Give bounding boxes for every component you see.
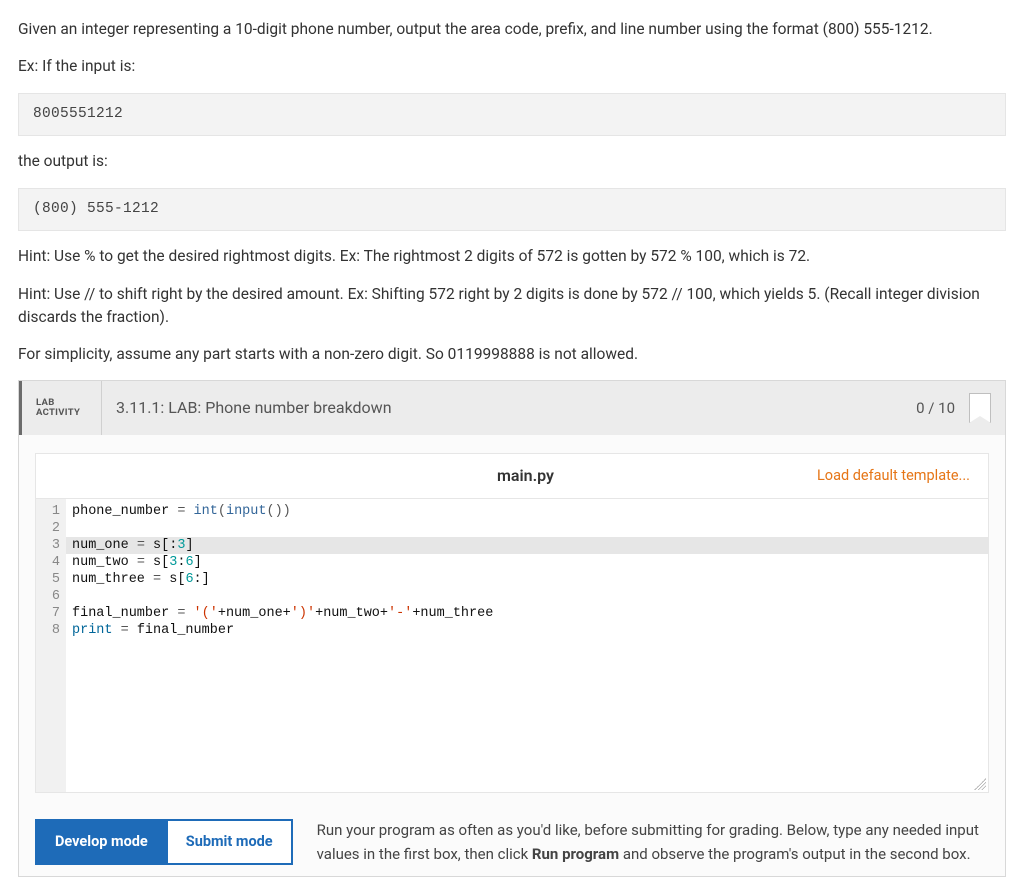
problem-statement: Given an integer representing a 10-digit… xyxy=(18,18,1006,366)
lab-header: LABACTIVITY 3.11.1: LAB: Phone number br… xyxy=(19,381,1005,435)
hint-2: Hint: Use // to shift right by the desir… xyxy=(18,283,1006,330)
lab-card: LABACTIVITY 3.11.1: LAB: Phone number br… xyxy=(18,380,1006,877)
file-name: main.py xyxy=(234,464,817,488)
code-line-1: phone_number = int(input()) xyxy=(72,503,988,520)
code-line-2 xyxy=(72,520,988,537)
example-input-block: 8005551212 xyxy=(18,93,1006,137)
problem-intro: Given an integer representing a 10-digit… xyxy=(18,18,1006,41)
resize-handle-icon[interactable] xyxy=(974,778,986,790)
code-line-5: num_three = s[6:] xyxy=(72,571,988,588)
lab-badge: LABACTIVITY xyxy=(22,381,102,435)
code-line-6 xyxy=(72,588,988,605)
code-line-3: num_one = s[:3] xyxy=(36,537,988,554)
mode-buttons: Develop mode Submit mode xyxy=(35,819,293,865)
modes-row: Develop mode Submit mode Run your progra… xyxy=(35,819,989,866)
lab-title: 3.11.1: LAB: Phone number breakdown xyxy=(102,396,916,420)
code-area[interactable]: phone_number = int(input()) num_one = s[… xyxy=(36,499,988,639)
develop-mode-button[interactable]: Develop mode xyxy=(35,819,168,865)
lab-body: main.py Load default template... 1 2 3 4… xyxy=(19,435,1005,876)
line-gutter: 1 2 3 4 5 6 7 8 xyxy=(36,499,66,792)
code-editor[interactable]: 1 2 3 4 5 6 7 8 phone_number = int(input… xyxy=(35,498,989,793)
example-output-block: (800) 555-1212 xyxy=(18,188,1006,232)
load-default-template-link[interactable]: Load default template... xyxy=(817,465,970,487)
lab-score: 0 / 10 xyxy=(916,397,965,420)
example-label: Ex: If the input is: xyxy=(18,55,1006,78)
code-line-4: num_two = s[3:6] xyxy=(72,554,988,571)
hint-3: For simplicity, assume any part starts w… xyxy=(18,343,1006,366)
hint-1: Hint: Use % to get the desired rightmost… xyxy=(18,245,1006,268)
code-line-8: print = final_number xyxy=(72,622,988,639)
bookmark-icon[interactable] xyxy=(969,393,991,423)
code-line-7: final_number = '('+num_one+')'+num_two+'… xyxy=(72,605,988,622)
mode-description: Run your program as often as you'd like,… xyxy=(317,819,989,866)
output-label: the output is: xyxy=(18,150,1006,173)
file-bar: main.py Load default template... xyxy=(35,453,989,498)
submit-mode-button[interactable]: Submit mode xyxy=(168,819,293,865)
